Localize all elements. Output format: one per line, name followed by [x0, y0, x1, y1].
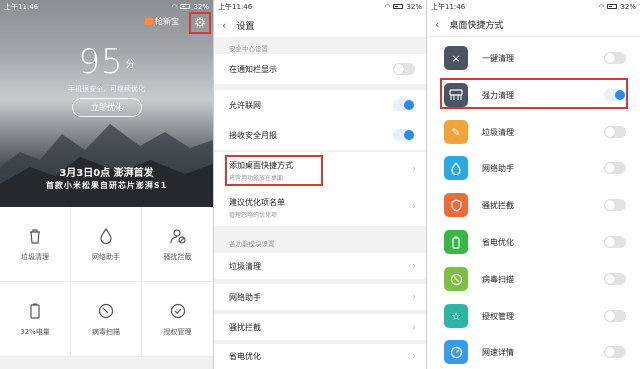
shortcut-one-click-clean[interactable]: × 一键清理: [427, 41, 640, 75]
shortcut-permission-manager[interactable]: ☆ 授权管理: [427, 299, 640, 333]
close-icon: ×: [444, 46, 468, 70]
score-value: 95: [78, 42, 124, 82]
back-arrow-icon[interactable]: ‹: [222, 19, 226, 32]
tool-virus-scan[interactable]: 病毒扫描: [71, 282, 142, 357]
shortcut-trash-clean[interactable]: ✎ 垃圾清理: [427, 115, 640, 149]
back-arrow-icon[interactable]: ‹: [435, 18, 439, 31]
promo-subline: 首款小米松果自研芯片澎湃S1: [45, 181, 168, 190]
highlight-box: [225, 155, 323, 186]
status-time: 上午11:46: [431, 2, 466, 11]
wifi-icon: ◠: [598, 2, 605, 11]
toggle-switch-off[interactable]: [393, 63, 415, 75]
scan-icon: [97, 302, 115, 320]
module-network-assistant[interactable]: 网络助手 ›: [214, 284, 426, 310]
shortcut-network-assistant[interactable]: 网络助手: [427, 151, 640, 185]
chevron-right-icon: ›: [412, 260, 416, 272]
gear-icon: ⚙: [194, 15, 206, 31]
toggle-switch-off[interactable]: [604, 162, 626, 174]
mountain-background: [0, 124, 213, 207]
battery-percent: 32%: [406, 2, 422, 11]
battery-icon: [393, 4, 404, 9]
battery-icon: [444, 230, 468, 254]
tool-grid: 垃圾清理 网络助手 骚扰拦截 32%电量 病毒扫描 授权管理: [0, 207, 213, 357]
gift-icon: [145, 18, 153, 25]
brush-icon: ✎: [444, 120, 468, 144]
toggle-switch-off[interactable]: [604, 199, 626, 211]
chevron-right-icon: ›: [412, 201, 416, 212]
highlight-box: [440, 78, 628, 109]
setting-suggestion-list[interactable]: 建议优化项名单 管理忽略的优化项 ›: [214, 190, 426, 226]
chevron-right-icon: ›: [412, 164, 416, 175]
wifi-icon: ◠: [171, 2, 178, 11]
star-icon: ☆: [444, 304, 468, 328]
check-circle-icon: [169, 302, 187, 320]
setting-allow-network[interactable]: 允许联网: [214, 90, 426, 120]
module-power-saving[interactable]: 省电优化 ›: [214, 344, 426, 369]
score-unit: 分: [125, 60, 135, 70]
promo-headline: 3月3日0点 澎湃首发: [59, 168, 154, 179]
module-harassment-block[interactable]: 骚扰拦截 ›: [214, 314, 426, 340]
setting-notification-bar[interactable]: 在通知栏显示: [214, 54, 426, 84]
shortcut-header: ‹ 桌面快捷方式: [427, 13, 640, 37]
shortcut-harassment-block[interactable]: 骚扰拦截: [427, 188, 640, 222]
chevron-right-icon: ›: [412, 351, 416, 362]
gift-promo[interactable]: 抢新宝: [145, 16, 179, 27]
drop-icon: [444, 156, 468, 180]
drop-icon: [97, 227, 115, 245]
toggle-switch-on[interactable]: [393, 129, 415, 141]
section-header-modules: 各功能模块设置: [229, 240, 275, 248]
status-bar: 上午11:46 ◠ 32%: [214, 0, 426, 13]
toggle-switch-off[interactable]: [604, 273, 626, 285]
shortcut-power-saving[interactable]: 省电优化: [427, 225, 640, 259]
page-title: 桌面快捷方式: [449, 21, 504, 31]
status-time: 上午11:46: [218, 2, 253, 11]
security-score: 95 分: [0, 42, 213, 82]
shield-icon: [444, 193, 468, 217]
speed-icon: [444, 340, 468, 364]
tool-battery[interactable]: 32%电量: [0, 282, 71, 357]
shortcut-virus-scan[interactable]: 病毒扫描: [427, 262, 640, 296]
score-hint: 手机很安全，可继续优化: [68, 85, 145, 93]
battery-percent: 32%: [193, 2, 209, 11]
toggle-switch-off[interactable]: [604, 126, 626, 138]
security-home-screen: 上午11:46 ◠ 32% 抢新宝 ⚙ 95 分 手机很安全，可继续优化 立即优化…: [0, 0, 213, 369]
battery-icon: [180, 4, 191, 9]
scan-icon: [444, 267, 468, 291]
setting-monthly-report[interactable]: 接收安全月报: [214, 120, 426, 150]
settings-screen: 上午11:46 ◠ 32% ‹ 设置 安全中心设置 在通知栏显示 允许联网 接收…: [214, 0, 426, 369]
trash-icon: [26, 227, 44, 245]
toggle-switch-on[interactable]: [393, 99, 415, 111]
section-header-security: 安全中心设置: [229, 45, 268, 53]
block-user-icon: [169, 227, 187, 245]
status-bar: 上午11:46 ◠ 32%: [0, 0, 213, 13]
settings-header: ‹ 设置: [214, 13, 426, 37]
hero-banner: 上午11:46 ◠ 32% 抢新宝 ⚙ 95 分 手机很安全，可继续优化 立即优化…: [0, 0, 213, 207]
tool-permission-manager[interactable]: 授权管理: [142, 282, 213, 357]
battery-icon: [26, 302, 44, 320]
toggle-switch-off[interactable]: [604, 52, 626, 64]
status-bar: 上午11:46 ◠ 32%: [427, 0, 640, 13]
chevron-right-icon: ›: [412, 291, 416, 303]
optimize-button[interactable]: 立即优化: [72, 98, 142, 117]
tool-trash-clean[interactable]: 垃圾清理: [0, 207, 71, 282]
battery-percent: 32%: [620, 2, 636, 11]
toggle-switch-off[interactable]: [604, 346, 626, 358]
settings-gear-button[interactable]: ⚙: [189, 12, 211, 34]
page-title: 设置: [236, 21, 255, 32]
desktop-shortcut-screen: 上午11:46 ◠ 32% ‹ 桌面快捷方式 × 一键清理 强力清理 ✎ 垃圾清…: [427, 0, 640, 369]
tool-harassment-block[interactable]: 骚扰拦截: [142, 207, 213, 282]
battery-icon: [607, 4, 618, 9]
tool-network-assistant[interactable]: 网络助手: [71, 207, 142, 282]
chevron-right-icon: ›: [412, 321, 416, 333]
toggle-switch-off[interactable]: [604, 236, 626, 248]
wifi-icon: ◠: [384, 2, 391, 11]
shortcut-network-speed[interactable]: 网速详情: [427, 335, 640, 369]
bottom-strip: [0, 357, 213, 369]
status-time: 上午11:46: [4, 2, 39, 11]
module-trash-clean[interactable]: 垃圾清理 ›: [214, 253, 426, 279]
toggle-switch-off[interactable]: [604, 310, 626, 322]
